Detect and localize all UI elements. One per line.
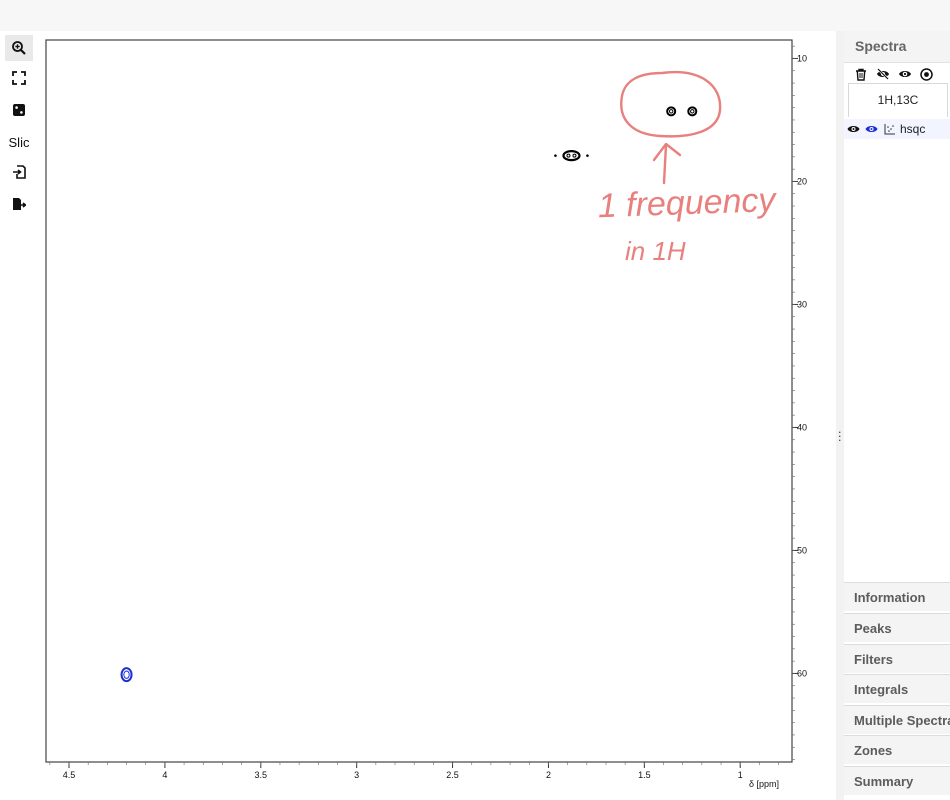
2d-spectrum-icon — [881, 121, 898, 138]
x-axis-label: δ [ppm] — [749, 779, 779, 789]
section-summary[interactable]: Summary — [844, 766, 950, 795]
zoom-tool-button[interactable] — [5, 35, 33, 61]
y-tick-label: 40 — [797, 422, 807, 432]
import-button[interactable] — [5, 159, 33, 185]
spectrum-name: hsqc — [900, 122, 926, 136]
x-tick-label: 3.5 — [255, 770, 268, 780]
y-axis: 10 20 30 40 50 60 — [792, 45, 807, 760]
x-tick-label: 3 — [354, 770, 359, 780]
import-icon — [13, 165, 26, 179]
x-tick-label: 1 — [738, 770, 743, 780]
top-bar — [0, 0, 950, 32]
y-tick-label: 30 — [797, 299, 807, 309]
fullscreen-icon — [12, 71, 26, 85]
y-tick-label: 10 — [797, 53, 807, 63]
trash-icon[interactable] — [852, 66, 869, 83]
hsqc-plot[interactable]: 4.5 4 3.5 3 2.5 2 1.5 1 10 20 30 40 50 60 δ [ppm] 1 … — [37, 31, 836, 800]
tool-sidebar: Slic — [0, 31, 38, 800]
spectra-panel-title[interactable]: Spectra — [844, 31, 950, 63]
section-filters[interactable]: Filters — [844, 644, 950, 673]
panel-splitter[interactable]: · · · — [836, 31, 844, 800]
x-tick-label: 2.5 — [446, 770, 459, 780]
y-tick-label: 60 — [797, 668, 807, 678]
zoom-in-icon — [12, 41, 26, 55]
spectra-panel-actions — [852, 65, 935, 83]
x-axis: 4.5 4 3.5 3 2.5 2 1.5 1 — [49, 762, 779, 780]
section-integrals[interactable]: Integrals — [844, 674, 950, 703]
x-tick-label: 4.5 — [63, 770, 76, 780]
y-tick-label: 20 — [797, 176, 807, 186]
slicing-tool-label: Slic — [8, 134, 30, 150]
annotation-line-1: 1 frequency — [597, 181, 778, 225]
peak-picking-button[interactable] — [5, 97, 33, 123]
slicing-tool-button[interactable]: Slic — [5, 129, 33, 155]
peak-picking-icon — [13, 104, 25, 116]
export-icon — [13, 198, 26, 210]
x-tick-label: 2 — [546, 770, 551, 780]
spectrum-row-hsqc[interactable]: hsqc — [844, 119, 950, 139]
peak-satellite — [586, 154, 589, 157]
visibility-icon[interactable] — [845, 121, 862, 138]
peak-satellite — [554, 154, 557, 157]
export-button[interactable] — [5, 191, 33, 217]
show-icon[interactable] — [896, 66, 913, 83]
section-information[interactable]: Information — [844, 582, 950, 611]
x-tick-label: 1.5 — [638, 770, 651, 780]
tab-1h-13c[interactable]: 1H,13C — [848, 83, 948, 117]
color-icon[interactable] — [918, 66, 935, 83]
section-zones[interactable]: Zones — [844, 735, 950, 764]
hide-icon[interactable] — [874, 66, 891, 83]
section-multiple-spectra[interactable]: Multiple Spectra — [844, 705, 950, 734]
plot-frame — [45, 39, 793, 763]
section-peaks[interactable]: Peaks — [844, 613, 950, 642]
y-tick-label: 50 — [797, 545, 807, 555]
full-zoom-out-button[interactable] — [5, 65, 33, 91]
annotation-line-2: in 1H — [625, 236, 686, 266]
splitter-handle-icon[interactable]: · · · — [838, 427, 842, 446]
x-tick-label: 4 — [162, 770, 167, 780]
spectrum-viewer[interactable]: 4.5 4 3.5 3 2.5 2 1.5 1 10 20 30 40 50 60 δ [ppm] 1 … — [37, 31, 836, 800]
spectrum-color-eye-icon[interactable] — [863, 121, 880, 138]
